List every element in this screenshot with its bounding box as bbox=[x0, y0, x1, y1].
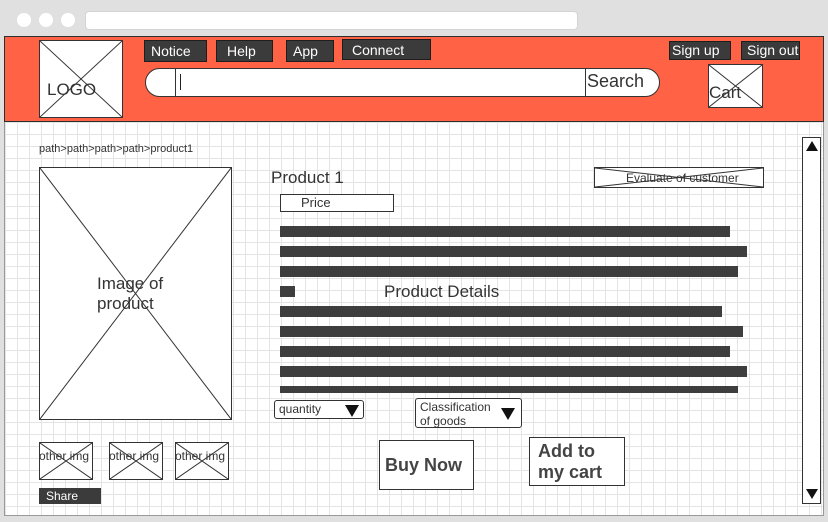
buy-now-button[interactable]: Buy Now bbox=[379, 440, 474, 490]
nav-help-button[interactable]: Help bbox=[216, 40, 273, 62]
search-bar: Search bbox=[145, 68, 660, 97]
triangle-down-icon bbox=[345, 405, 359, 417]
cart-label: Cart bbox=[709, 83, 742, 102]
breadcrumb[interactable]: path>path>path>path>product1 bbox=[39, 143, 193, 155]
triangle-up-icon[interactable] bbox=[806, 141, 818, 151]
thumbnail-image[interactable]: other img bbox=[109, 442, 163, 480]
classification-select[interactable]: Classification of goods bbox=[415, 398, 522, 428]
product-title: Product 1 bbox=[271, 168, 344, 187]
price-field: Price bbox=[280, 194, 394, 212]
quantity-select[interactable]: quantity bbox=[274, 400, 364, 419]
nav-connect-button[interactable]: Connect bbox=[342, 39, 431, 60]
nav-notice-button[interactable]: Notice bbox=[144, 40, 207, 62]
classification-label: Classification of goods bbox=[420, 400, 491, 428]
placeholder-text-line bbox=[280, 266, 738, 277]
sign-out-button[interactable]: Sign out bbox=[741, 41, 800, 60]
product-image[interactable]: Image of product bbox=[39, 167, 232, 420]
share-button[interactable]: Share bbox=[39, 488, 101, 504]
search-button[interactable]: Search bbox=[587, 71, 644, 92]
product-page-content: path>path>path>path>product1 Image of pr… bbox=[4, 122, 824, 516]
customer-evaluation-link[interactable]: Evaluate of customer bbox=[594, 167, 764, 188]
placeholder-text-line bbox=[280, 366, 747, 377]
site-header: LOGO Notice Help App Connect Sign up Sig… bbox=[4, 36, 824, 122]
sign-up-button[interactable]: Sign up bbox=[669, 41, 731, 60]
placeholder-text-line bbox=[280, 326, 743, 337]
customer-evaluation-label: Evaluate of customer bbox=[626, 171, 739, 185]
thumbnail-label: other img bbox=[109, 449, 160, 463]
thumbnail-label: other img bbox=[39, 449, 90, 463]
placeholder-text-line bbox=[280, 306, 722, 317]
quantity-label: quantity bbox=[279, 402, 322, 416]
search-input[interactable] bbox=[175, 69, 586, 96]
add-to-cart-button[interactable]: Add to my cart bbox=[529, 437, 625, 486]
thumbnail-image[interactable]: other img bbox=[175, 442, 229, 480]
thumbnail-label: other img bbox=[175, 449, 226, 463]
window-close-dot[interactable] bbox=[17, 13, 31, 27]
thumbnail-image[interactable]: other img bbox=[39, 442, 93, 480]
placeholder-text-line bbox=[280, 286, 295, 297]
browser-title-bar bbox=[0, 0, 828, 36]
product-details-heading: Product Details bbox=[384, 282, 500, 301]
placeholder-text-line bbox=[280, 246, 747, 257]
placeholder-text-line bbox=[280, 226, 730, 237]
placeholder-cross-icon bbox=[40, 41, 122, 117]
window-minimize-dot[interactable] bbox=[39, 13, 53, 27]
vertical-scrollbar[interactable] bbox=[802, 137, 821, 504]
logo-label: LOGO bbox=[47, 80, 97, 99]
triangle-down-icon bbox=[501, 408, 515, 420]
logo-placeholder[interactable]: LOGO bbox=[39, 40, 123, 118]
placeholder-text-line bbox=[280, 386, 738, 393]
product-image-label: Image of product bbox=[97, 274, 164, 313]
address-bar[interactable] bbox=[85, 11, 578, 30]
nav-app-button[interactable]: App bbox=[286, 40, 334, 62]
cart-button[interactable]: Cart bbox=[708, 64, 763, 108]
window-maximize-dot[interactable] bbox=[61, 13, 75, 27]
text-caret bbox=[180, 74, 181, 90]
placeholder-text-line bbox=[280, 346, 730, 357]
triangle-down-icon[interactable] bbox=[806, 489, 818, 499]
